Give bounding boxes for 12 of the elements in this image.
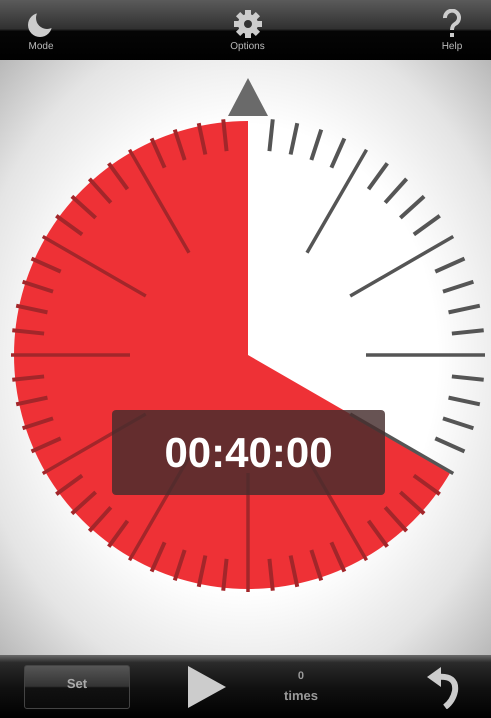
toolbar-button[interactable]: Mode — [22, 0, 60, 60]
toolbar-button[interactable]: Options — [224, 0, 271, 60]
settings-icon — [232, 8, 262, 38]
repeat-label: times — [284, 688, 318, 703]
play-button[interactable] — [188, 666, 226, 708]
help-icon — [441, 8, 463, 38]
pointer-triangle-icon — [228, 78, 268, 116]
set-button[interactable]: Set — [24, 664, 130, 708]
toolbar-button[interactable]: Help — [435, 0, 469, 60]
repeat-count: 0 — [298, 670, 304, 682]
play-icon — [188, 666, 226, 708]
time-readout: 00:40:00 — [112, 410, 385, 495]
